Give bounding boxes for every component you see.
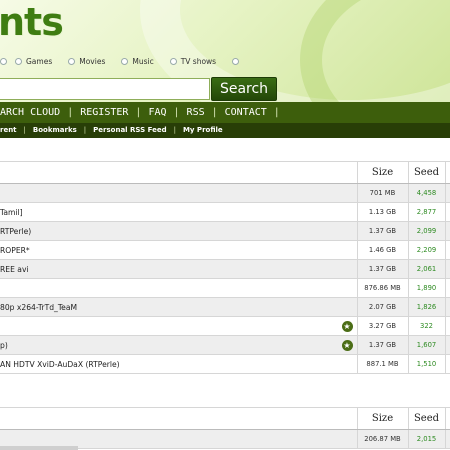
torrent-name-link[interactable] (0, 278, 358, 298)
column-header-name (0, 161, 358, 184)
torrent-name-link[interactable] (0, 183, 358, 203)
user-nav: rent | Bookmarks | Personal RSS Feed | My Prof… (0, 123, 450, 138)
torrent-seeds: 2,209 (407, 240, 446, 260)
torrent-seeds: 1,826 (407, 297, 446, 317)
nav-separator: | (83, 126, 87, 134)
nav-separator: | (273, 107, 280, 118)
column-header-extra (444, 407, 450, 430)
nav-bookmarks[interactable]: Bookmarks (33, 126, 77, 134)
torrent-size: 1.37 GB (356, 259, 409, 279)
torrent-seeds: 322 (407, 316, 446, 336)
site-header: nts Games Movies Music TV shows Search (0, 0, 450, 102)
torrent-seeds: 1,607 (407, 335, 446, 355)
category-option-other[interactable] (232, 57, 243, 65)
table-row[interactable]: 701 MB 4,458 (0, 183, 450, 203)
torrent-name-cell[interactable]: ★ (0, 316, 358, 336)
nav-faq[interactable]: FAQ (148, 107, 166, 118)
torrent-name-cell[interactable]: p) ★ (0, 335, 358, 355)
table-row[interactable]: ★ 3.27 GB 322 (0, 316, 450, 336)
verified-star-icon: ★ (341, 321, 353, 332)
torrent-seeds: 2,099 (407, 221, 446, 241)
category-option-tv-shows[interactable]: TV shows (169, 57, 216, 66)
torrent-size: 1.37 GB (356, 221, 409, 241)
table-row[interactable]: Tamil] 1.13 GB 2,877 (0, 202, 450, 222)
main-nav: ARCH CLOUD | REGISTER | FAQ | RSS | CONTACT | (0, 102, 450, 123)
column-header-seed[interactable]: Seed (407, 407, 446, 430)
torrent-table-2: Size Seed 206.87 MB 2,015 (0, 407, 450, 449)
torrent-seeds: 2,015 (407, 429, 446, 449)
torrent-name-link[interactable]: REE avi (0, 259, 358, 279)
torrent-name-link[interactable]: AN HDTV XviD-AuDaX (RTPerle) (0, 354, 358, 374)
nav-separator: | (135, 107, 142, 118)
category-option-all[interactable] (0, 57, 11, 65)
column-header-seed[interactable]: Seed (407, 161, 446, 184)
torrent-size: 701 MB (356, 183, 409, 203)
torrent-seeds: 1,510 (407, 354, 446, 374)
nav-separator: | (67, 107, 74, 118)
torrent-name-link[interactable]: 80p x264-TrTd_TeaM (0, 297, 358, 317)
torrent-size: 1.46 GB (356, 240, 409, 260)
radio-icon[interactable] (15, 57, 22, 65)
column-header-size[interactable]: Size (356, 161, 409, 184)
radio-icon[interactable] (0, 57, 7, 65)
nav-my-profile[interactable]: My Profile (183, 126, 223, 134)
nav-rss[interactable]: RSS (187, 107, 205, 118)
torrent-size: 3.27 GB (356, 316, 409, 336)
nav-register[interactable]: REGISTER (80, 107, 128, 118)
nav-separator: | (23, 126, 26, 134)
torrent-size: 887.1 MB (356, 354, 409, 374)
column-header-name (0, 407, 358, 430)
torrent-seeds: 4,458 (407, 183, 446, 203)
nav-recent[interactable]: rent (0, 126, 17, 134)
radio-icon[interactable] (232, 57, 240, 65)
category-option-games[interactable]: Games (15, 57, 52, 66)
table-header-row: Size Seed (0, 161, 450, 184)
table-row[interactable]: 876.86 MB 1,890 (0, 278, 450, 298)
radio-icon[interactable] (121, 57, 129, 65)
nav-contact[interactable]: CONTACT (225, 107, 267, 118)
table-row[interactable]: ROPER* 1.46 GB 2,209 (0, 240, 450, 260)
table-row[interactable]: REE avi 1.37 GB 2,061 (0, 259, 450, 279)
radio-icon[interactable] (169, 57, 177, 65)
category-option-movies[interactable]: Movies (68, 57, 105, 66)
category-option-music[interactable]: Music (121, 57, 154, 66)
table-header-row: Size Seed (0, 407, 450, 430)
nav-search-cloud[interactable]: ARCH CLOUD (0, 107, 60, 118)
torrent-size: 1.13 GB (356, 202, 409, 222)
torrent-seeds: 1,890 (407, 278, 446, 298)
torrent-size: 876.86 MB (356, 278, 409, 298)
row-divider (0, 446, 78, 450)
torrent-name-link[interactable]: ROPER* (0, 240, 358, 260)
header-decoration (300, 0, 450, 102)
radio-icon[interactable] (68, 57, 76, 65)
column-header-size[interactable]: Size (356, 407, 409, 430)
torrent-seeds: 2,877 (407, 202, 446, 222)
torrent-table: Size Seed 701 MB 4,458 Tamil] 1.13 GB 2,… (0, 161, 450, 374)
nav-separator: | (173, 107, 180, 118)
torrent-name-link[interactable]: p) (0, 341, 8, 350)
table-row[interactable]: AN HDTV XviD-AuDaX (RTPerle) 887.1 MB 1,… (0, 354, 450, 374)
table-row[interactable]: p) ★ 1.37 GB 1,607 (0, 335, 450, 355)
torrent-size: 1.37 GB (356, 335, 409, 355)
torrent-seeds: 2,061 (407, 259, 446, 279)
torrent-size: 206.87 MB (356, 429, 409, 449)
torrent-size: 2.07 GB (356, 297, 409, 317)
site-logo[interactable]: nts (0, 0, 64, 44)
verified-star-icon: ★ (341, 340, 353, 351)
nav-separator: | (211, 107, 218, 118)
nav-separator: | (173, 126, 176, 134)
column-header-extra (444, 161, 450, 184)
search-input[interactable] (0, 78, 210, 100)
category-radio-group: Games Movies Music TV shows (0, 54, 259, 68)
torrent-name-link[interactable]: RTPerle) (0, 221, 358, 241)
nav-personal-rss-feed[interactable]: Personal RSS Feed (93, 126, 166, 134)
torrent-name-link[interactable]: Tamil] (0, 202, 358, 222)
search-button[interactable]: Search (211, 77, 277, 101)
table-row[interactable]: 80p x264-TrTd_TeaM 2.07 GB 1,826 (0, 297, 450, 317)
table-row[interactable]: RTPerle) 1.37 GB 2,099 (0, 221, 450, 241)
